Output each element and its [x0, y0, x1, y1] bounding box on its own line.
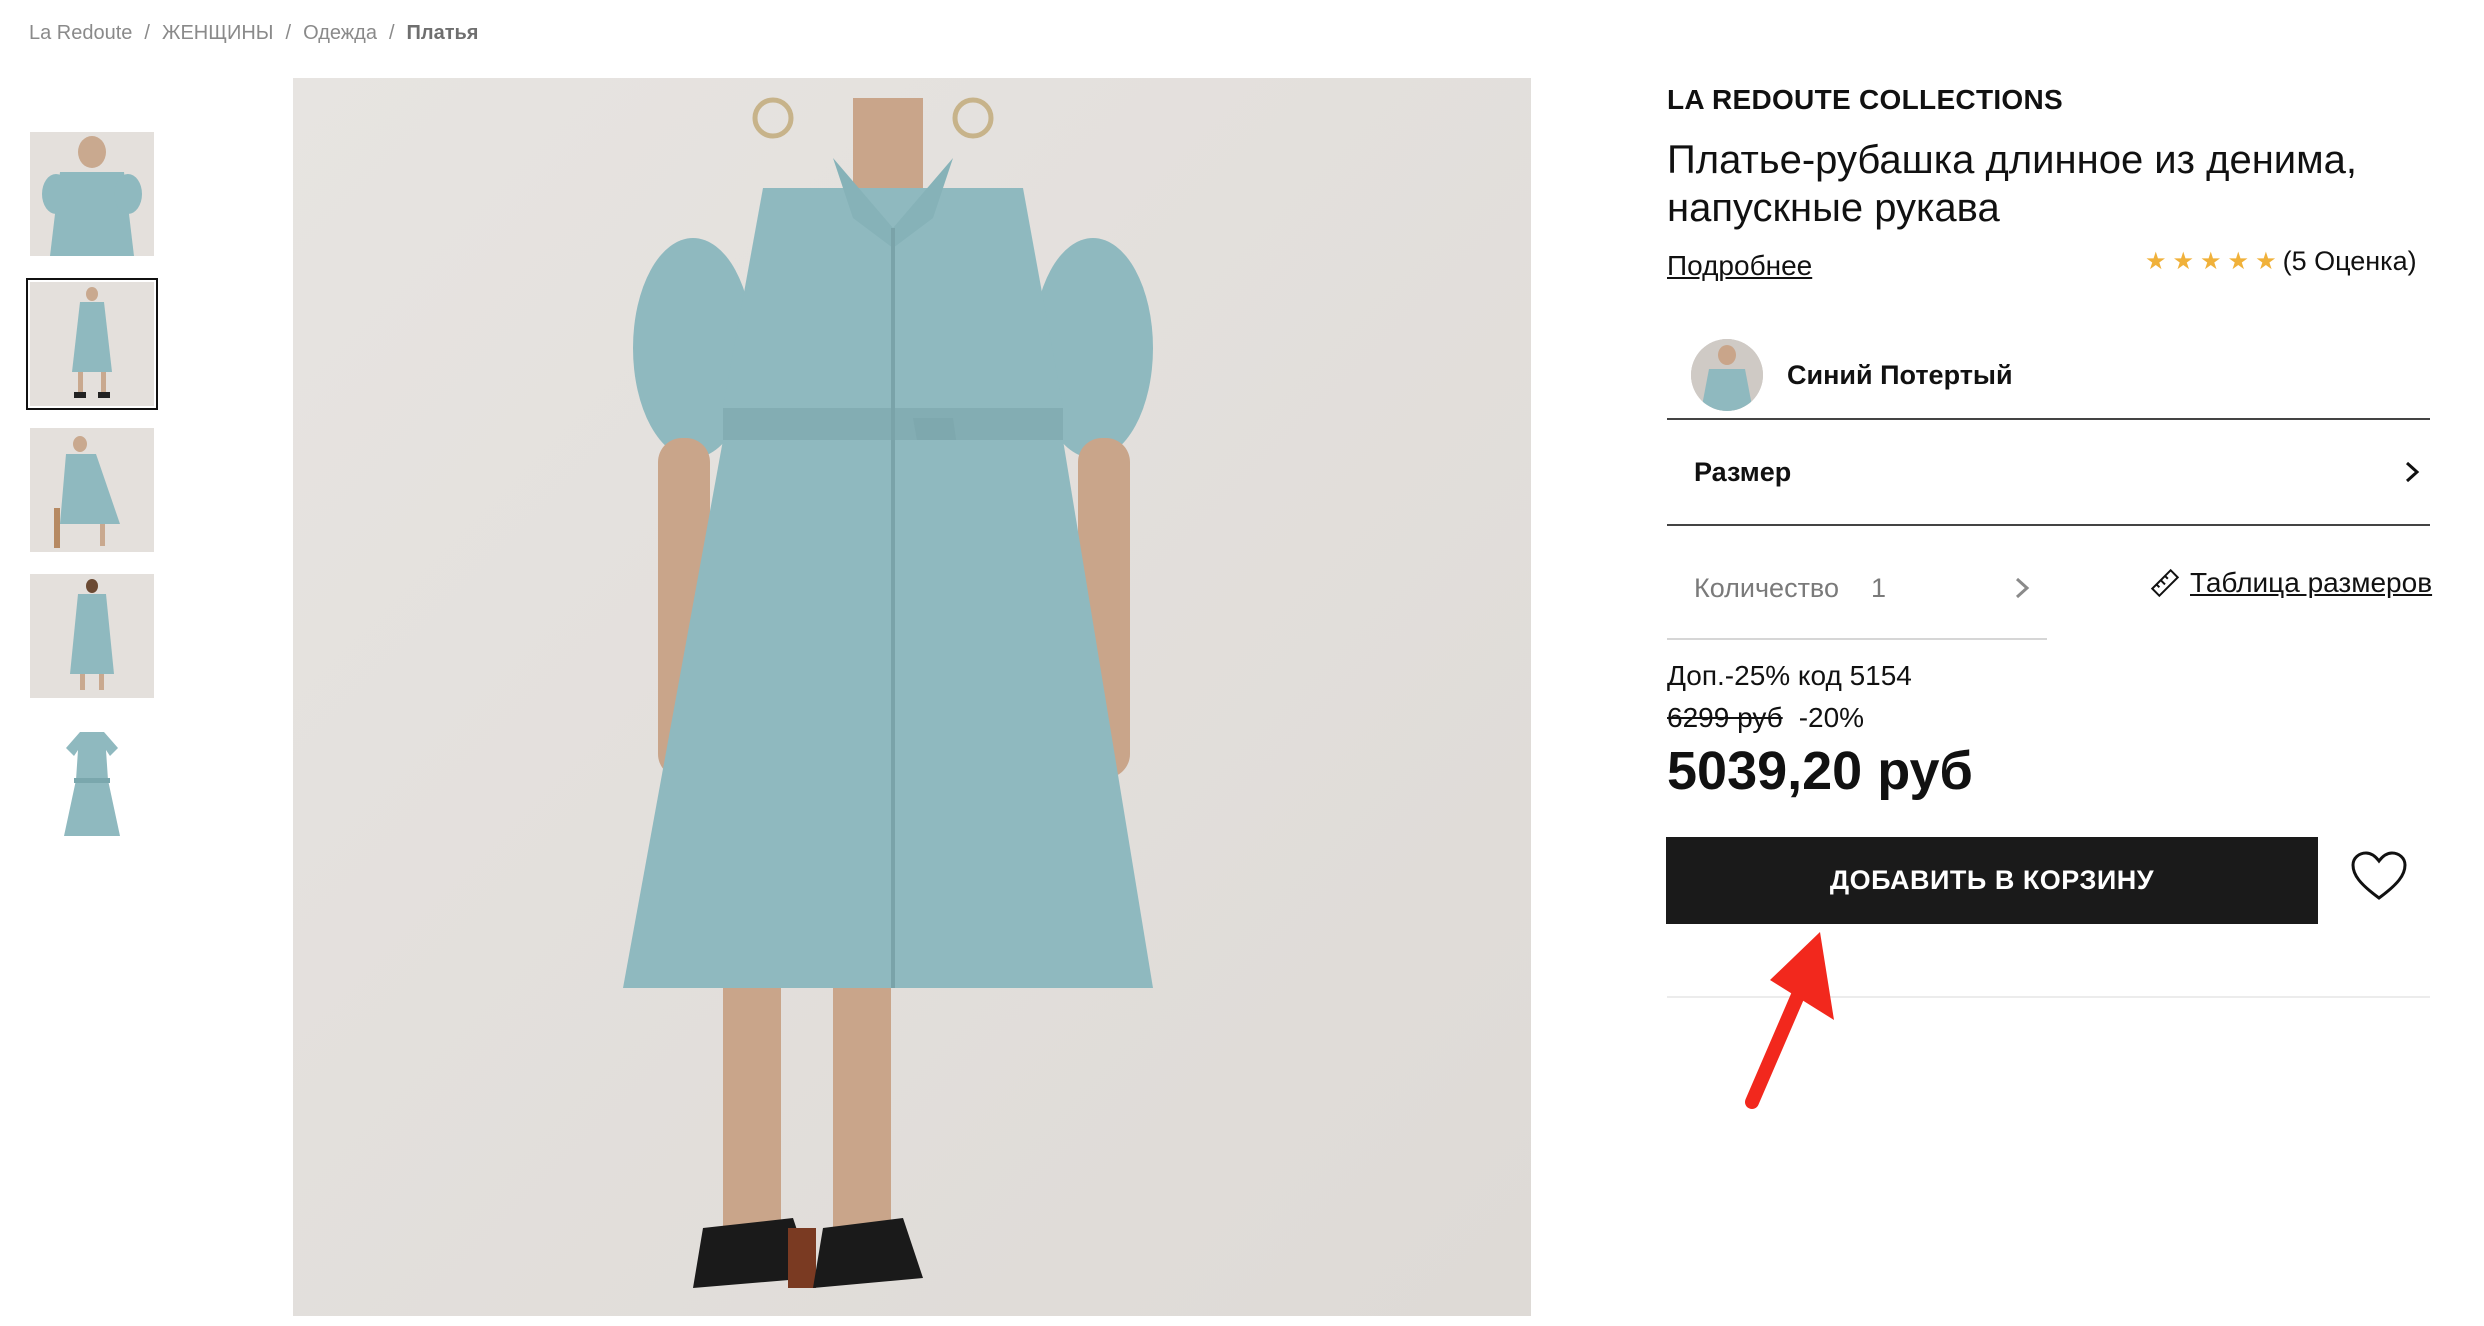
color-selector[interactable]: Синий Потертый [1667, 332, 2430, 420]
star-icon: ★ [2172, 247, 2195, 275]
size-label: Размер [1694, 456, 1792, 487]
current-price: 5039,20 руб [1667, 741, 1973, 801]
annotation-arrow-icon [1745, 932, 1834, 1109]
rating-count: (5 Оценка) [2282, 246, 2417, 276]
product-rating[interactable]: ★ ★ ★ ★ ★ (5 Оценка) [2145, 246, 2417, 277]
size-table-label: Таблица размеров [2190, 567, 2433, 598]
breadcrumb-current-dresses: Платья [406, 21, 479, 44]
color-name: Синий Потертый [1787, 359, 2013, 390]
dress-thumbnail-image [30, 574, 154, 698]
star-icon: ★ [2255, 247, 2277, 275]
add-to-cart-button[interactable]: ДОБАВИТЬ В КОРЗИНУ [1666, 837, 2318, 924]
breadcrumb-item-women[interactable]: ЖЕНЩИНЫ [162, 22, 274, 45]
breadcrumb-separator: / [285, 21, 292, 44]
breadcrumb-item-clothing[interactable]: Одежда [303, 22, 377, 45]
chevron-right-icon [2405, 461, 2420, 483]
color-swatch-image [1691, 339, 1763, 411]
breadcrumb-item-la-redoute[interactable]: La Redoute [29, 22, 132, 45]
dress-thumbnail-image [30, 428, 154, 552]
heart-icon[interactable] [2350, 850, 2408, 902]
breadcrumb-separator: / [388, 21, 395, 44]
quantity-label: Количество [1694, 572, 1839, 603]
ruler-icon [2150, 568, 2180, 598]
more-details-link[interactable]: Подробнее [1667, 250, 1812, 282]
dress-thumbnail-image [30, 282, 154, 406]
breadcrumb: La Redoute / ЖЕНЩИНЫ / Одежда / Платья [29, 18, 478, 48]
dress-thumbnail-image [30, 132, 154, 256]
discount-badge: -20% [1798, 702, 1865, 733]
star-icon: ★ [2227, 247, 2250, 275]
color-swatch [1691, 339, 1763, 411]
main-product-image[interactable] [293, 78, 1531, 1316]
thumbnail-5[interactable] [30, 720, 154, 844]
product-brand: LA REDOUTE COLLECTIONS [1667, 84, 2064, 115]
size-selector[interactable]: Размер [1667, 420, 2430, 526]
chevron-right-icon [2015, 577, 2030, 599]
old-price: 6299 руб [1667, 702, 1783, 733]
thumbnail-4[interactable] [30, 574, 154, 698]
thumbnail-1[interactable] [30, 132, 154, 256]
breadcrumb-separator: / [144, 21, 150, 44]
product-title: Платье-рубашка длинное из денима, напуск… [1667, 138, 2357, 230]
quantity-value: 1 [1871, 572, 1887, 603]
thumbnail-3[interactable] [30, 428, 154, 552]
dress-thumbnail-image [30, 720, 154, 844]
star-icon: ★ [2200, 247, 2222, 275]
quantity-selector[interactable]: Количество 1 [1667, 538, 2047, 640]
thumbnail-2[interactable] [26, 278, 158, 410]
promo-code: Доп.-25% код 5154 [1667, 660, 1912, 691]
size-table-link[interactable]: Таблица размеров [2150, 567, 2432, 599]
old-price-row: 6299 руб -20% [1667, 702, 1864, 734]
dress-model-photo [293, 78, 1531, 1316]
star-icon: ★ [2145, 247, 2167, 275]
